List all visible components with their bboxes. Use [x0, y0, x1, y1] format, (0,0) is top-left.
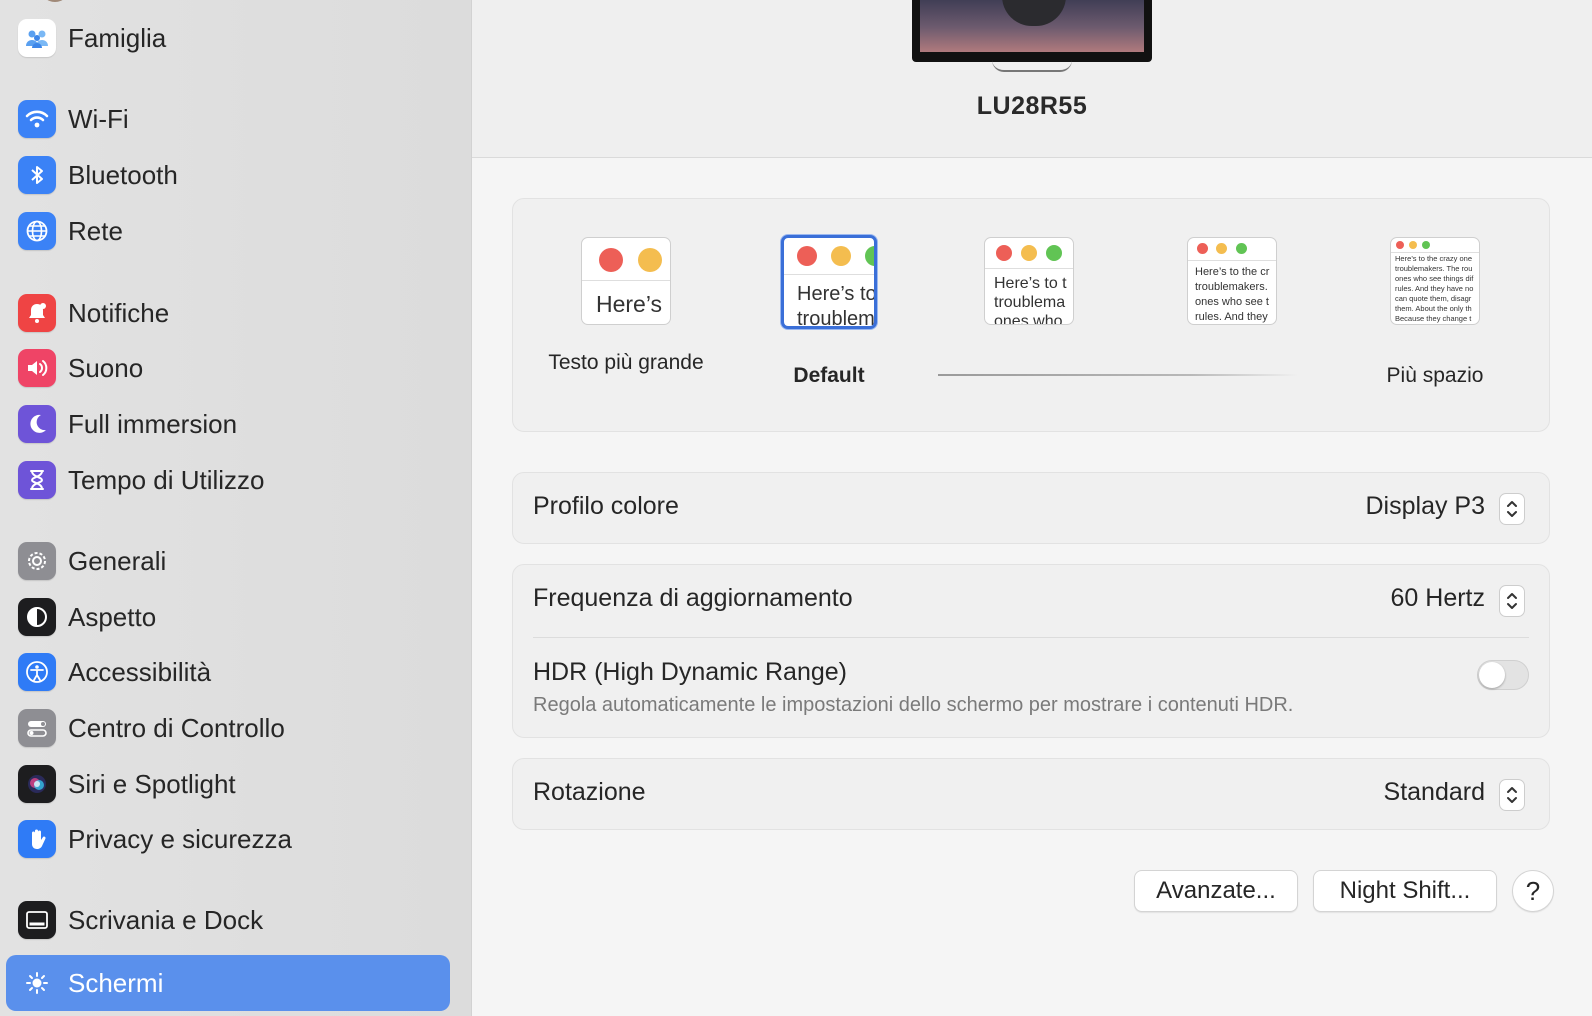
- resolution-option-larger-text[interactable]: Here’s: [581, 237, 671, 325]
- refresh-rate-label: Frequenza di aggiornamento: [533, 584, 853, 612]
- sidebar-item-label: Tempo di Utilizzo: [68, 464, 265, 495]
- resolution-preview-text: Here’s to the crazy one troublemakers. T…: [1395, 254, 1474, 323]
- accessibility-icon: [18, 653, 56, 691]
- sidebar-item-label: Full immersion: [68, 408, 238, 439]
- resolution-scale-line: [938, 374, 1298, 376]
- sidebar-item-label: Wi-Fi: [68, 103, 129, 134]
- display-header: LU28R55: [472, 0, 1592, 158]
- sidebar-item-full-immersion[interactable]: Full immersion: [6, 396, 450, 452]
- globe-icon: [18, 212, 56, 250]
- monitor-stand: [992, 60, 1072, 72]
- updown-chevron-icon: [1507, 787, 1517, 803]
- resolution-preview-text: Here’s: [596, 291, 663, 317]
- sidebar-item-label: Famiglia: [68, 22, 167, 53]
- sidebar-item-label: Accessibilità: [68, 656, 212, 687]
- sidebar-item-accessibilita[interactable]: Accessibilità: [6, 644, 450, 700]
- sidebar: Famiglia Wi-Fi Bluetooth Rete Notifiche …: [0, 0, 472, 1016]
- sidebar-item-label: Suono: [68, 352, 144, 383]
- sidebar-item-label: Bluetooth: [68, 159, 178, 190]
- display-name: LU28R55: [976, 92, 1088, 120]
- sidebar-item-label: Siri e Spotlight: [68, 768, 236, 799]
- sidebar-item-generali[interactable]: Generali: [6, 533, 450, 589]
- sidebar-item-label: Generali: [68, 545, 167, 576]
- sidebar-item-label: Scrivania e Dock: [68, 904, 264, 935]
- control-center-icon: [18, 709, 56, 747]
- hdr-label: HDR (High Dynamic Range): [533, 658, 847, 686]
- sidebar-item-privacy-e-sicurezza[interactable]: Privacy e sicurezza: [6, 811, 450, 867]
- resolution-preview-text: Here’s to the cr troublemakers. ones who…: [1195, 266, 1270, 323]
- appearance-icon: [18, 598, 56, 636]
- sidebar-item-notifiche[interactable]: Notifiche: [6, 285, 450, 341]
- wallpaper-island: [1002, 0, 1066, 26]
- resolution-preview-text: Here’s to t troublema ones who: [994, 275, 1067, 325]
- gear-icon: [18, 542, 56, 580]
- hand-icon: [18, 820, 56, 858]
- sidebar-item-schermi[interactable]: Schermi: [6, 955, 450, 1011]
- help-button[interactable]: ?: [1512, 870, 1554, 912]
- brightness-icon: [18, 964, 56, 1002]
- sidebar-item-siri-e-spotlight[interactable]: Siri e Spotlight: [6, 756, 450, 812]
- resolution-label-default: Default: [793, 364, 865, 387]
- dock-icon: [18, 901, 56, 939]
- advanced-button[interactable]: Avanzate...: [1134, 870, 1298, 912]
- color-profile-stepper[interactable]: [1499, 493, 1525, 525]
- resolution-option-more-space[interactable]: Here’s to the crazy one troublemakers. T…: [1390, 237, 1480, 325]
- sidebar-item-scrivania-e-dock[interactable]: Scrivania e Dock: [6, 892, 450, 948]
- updown-chevron-icon: [1507, 501, 1517, 517]
- hdr-description: Regola automaticamente le impostazioni d…: [533, 694, 1294, 716]
- speaker-icon: [18, 349, 56, 387]
- resolution-label-more-space: Più spazio: [1386, 364, 1484, 387]
- sidebar-item-rete[interactable]: Rete: [6, 203, 450, 259]
- avatar[interactable]: [40, 0, 70, 2]
- rotation-stepper[interactable]: [1499, 779, 1525, 811]
- family-icon: [18, 19, 56, 57]
- refresh-hdr-card: Frequenza di aggiornamento 60 Hertz HDR …: [512, 564, 1550, 738]
- resolution-option-4[interactable]: Here’s to the cr troublemakers. ones who…: [1187, 237, 1277, 325]
- sidebar-item-label: Notifiche: [68, 297, 170, 328]
- wallpaper-preview: [920, 0, 1144, 52]
- main-panel: LU28R55 Here’s Testo più grande Here’s t…: [472, 0, 1592, 1016]
- rotation-value[interactable]: Standard: [1384, 778, 1485, 807]
- bell-icon: [18, 294, 56, 332]
- monitor-preview[interactable]: [912, 0, 1152, 62]
- sidebar-item-label: Centro di Controllo: [68, 712, 285, 743]
- resolution-preview-text: Here’s to troublem: [797, 283, 874, 329]
- color-profile-value[interactable]: Display P3: [1366, 492, 1486, 521]
- row-divider: [533, 637, 1529, 638]
- sidebar-item-label: Privacy e sicurezza: [68, 823, 292, 854]
- toggle-knob: [1479, 662, 1505, 688]
- bluetooth-icon: [18, 156, 56, 194]
- sidebar-item-label: Aspetto: [68, 601, 157, 632]
- sidebar-item-wifi[interactable]: Wi-Fi: [6, 91, 450, 147]
- color-profile-label: Profilo colore: [533, 492, 679, 520]
- sidebar-item-tempo-di-utilizzo[interactable]: Tempo di Utilizzo: [6, 452, 450, 508]
- updown-chevron-icon: [1507, 593, 1517, 609]
- hdr-toggle[interactable]: [1477, 660, 1529, 690]
- hourglass-icon: [18, 461, 56, 499]
- sidebar-item-suono[interactable]: Suono: [6, 340, 450, 396]
- sidebar-item-famiglia[interactable]: Famiglia: [6, 10, 450, 66]
- sidebar-item-label: Schermi: [68, 967, 164, 998]
- refresh-rate-value[interactable]: 60 Hertz: [1391, 584, 1485, 613]
- sidebar-item-bluetooth[interactable]: Bluetooth: [6, 147, 450, 203]
- sidebar-item-aspetto[interactable]: Aspetto: [6, 589, 450, 645]
- moon-icon: [18, 405, 56, 443]
- color-profile-card: Profilo colore Display P3: [512, 472, 1550, 544]
- rotation-card: Rotazione Standard: [512, 758, 1550, 830]
- rotation-label: Rotazione: [533, 778, 646, 806]
- wifi-icon: [18, 100, 56, 138]
- refresh-rate-stepper[interactable]: [1499, 585, 1525, 617]
- night-shift-button[interactable]: Night Shift...: [1313, 870, 1497, 912]
- resolution-option-3[interactable]: Here’s to t troublema ones who: [984, 237, 1074, 325]
- siri-icon: [18, 765, 56, 803]
- sidebar-item-label: Rete: [68, 215, 123, 246]
- resolution-card: Here’s Testo più grande Here’s to troubl…: [512, 198, 1550, 432]
- resolution-option-default[interactable]: Here’s to troublem: [781, 235, 877, 329]
- resolution-label-larger-text: Testo più grande: [548, 351, 704, 374]
- sidebar-item-centro-di-controllo[interactable]: Centro di Controllo: [6, 700, 450, 756]
